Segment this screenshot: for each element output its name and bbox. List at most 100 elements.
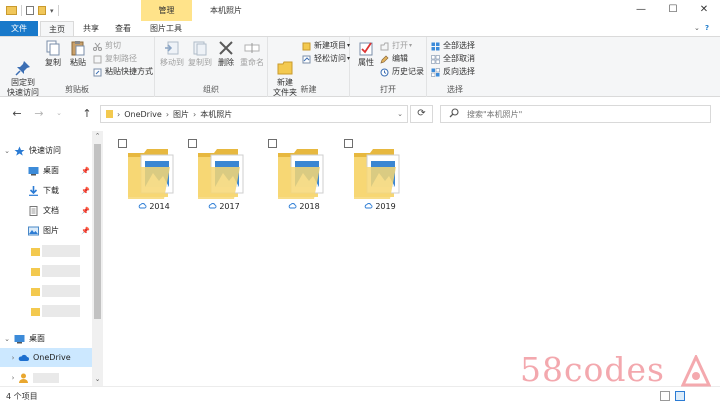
breadcrumb-local-photos[interactable]: 本机照片 (200, 109, 232, 120)
copy-icon (45, 40, 61, 56)
help-icon[interactable]: ? (705, 21, 709, 36)
address-bar[interactable]: › OneDrive › 图片 › 本机照片 ⌄ (100, 105, 408, 123)
details-view-icon[interactable] (660, 391, 670, 401)
maximize-button[interactable]: ☐ (658, 0, 688, 21)
folder-item[interactable]: 2019 (344, 139, 410, 219)
copy-path-button[interactable]: 复制路径 (93, 53, 137, 65)
scrollbar-thumb[interactable] (94, 144, 101, 319)
nav-documents-pinned[interactable]: 文档 📌 (0, 201, 92, 220)
select-none-icon (431, 54, 440, 64)
chevron-down-icon[interactable]: ⌄ (92, 375, 103, 383)
open-group-label: 打开 (380, 85, 396, 94)
chevron-right-icon[interactable]: › (8, 354, 18, 362)
obscured-nav-item[interactable] (42, 265, 80, 277)
back-button[interactable]: ← (10, 107, 24, 120)
large-icons-view-icon[interactable] (675, 391, 685, 401)
open-label: 打开 (392, 41, 408, 50)
invert-selection-icon (431, 67, 440, 77)
up-button[interactable]: ↑ (80, 107, 94, 120)
properties-icon[interactable] (26, 6, 34, 15)
clipboard-group-label: 剪贴板 (65, 85, 89, 94)
properties-button[interactable]: 属性 (353, 40, 379, 68)
user-icon (18, 373, 29, 383)
search-icon (449, 108, 459, 120)
history-button[interactable]: 历史记录 (380, 66, 424, 78)
file-list[interactable]: 2014 2017 2018 2019 (103, 131, 720, 386)
new-folder-icon[interactable] (38, 6, 46, 15)
obscured-nav-item[interactable] (42, 305, 80, 317)
rename-button[interactable]: 重命名 (239, 40, 265, 68)
search-box[interactable] (440, 105, 711, 123)
invert-selection-button[interactable]: 反向选择 (431, 66, 475, 78)
nav-desktop[interactable]: ⌄ 桌面 (0, 329, 92, 348)
chevron-down-icon[interactable]: ⌄ (0, 147, 14, 155)
delete-button[interactable]: 删除 (215, 40, 237, 68)
open-button[interactable]: 打开 ▾ (380, 40, 412, 52)
watermark-logo-icon (681, 355, 711, 387)
paste-shortcut-button[interactable]: 粘贴快捷方式 (93, 66, 153, 78)
select-all-icon (431, 42, 440, 51)
chevron-down-icon[interactable]: ⌄ (397, 110, 403, 118)
nav-pictures-label: 图片 (43, 226, 59, 235)
recent-locations-button[interactable]: ⌄ (52, 109, 66, 117)
pin-icon[interactable]: 📌 (81, 227, 90, 235)
chevron-right-icon[interactable]: › (166, 110, 169, 119)
folder-item[interactable]: 2017 (188, 139, 254, 219)
search-input[interactable] (467, 109, 707, 119)
tab-home[interactable]: 主页 (40, 21, 74, 36)
chevron-down-icon: ▾ (409, 42, 413, 49)
select-none-button[interactable]: 全部取消 (431, 53, 475, 65)
move-to-button[interactable]: 移动到 (158, 40, 186, 68)
photo-folder-icon (198, 149, 244, 199)
cloud-icon (18, 353, 29, 363)
watermark-text: 58codes (520, 350, 665, 389)
close-button[interactable]: ✕ (689, 0, 719, 21)
obscured-nav-item[interactable] (42, 245, 80, 257)
refresh-button[interactable]: ⟳ (410, 105, 433, 123)
pin-icon[interactable]: 📌 (81, 207, 90, 215)
folder-item[interactable]: 2014 (118, 139, 184, 219)
copy-button[interactable]: 复制 (42, 40, 64, 68)
easy-access-button[interactable]: 轻松访问 ▾ (302, 53, 350, 65)
edit-button[interactable]: 编辑 (380, 53, 408, 65)
chevron-down-icon[interactable]: ⌄ (0, 335, 14, 343)
copy-to-button[interactable]: 复制到 (186, 40, 214, 68)
scissors-icon (93, 42, 102, 51)
chevron-right-icon[interactable]: › (193, 110, 196, 119)
breadcrumb-pictures[interactable]: 图片 (173, 109, 189, 120)
breadcrumb-onedrive[interactable]: OneDrive (124, 110, 162, 119)
tab-file[interactable]: 文件 (0, 21, 38, 36)
new-group: 新建 文件夹 新建项目 ▾ 轻松访问 ▾ 新建 (268, 37, 350, 97)
nav-scrollbar[interactable]: ⌃ ⌄ (92, 131, 103, 386)
new-item-button[interactable]: 新建项目 ▾ (302, 40, 350, 52)
chevron-right-icon[interactable]: › (8, 374, 18, 382)
tab-share[interactable]: 共享 (76, 21, 106, 36)
tab-picture-tools[interactable]: 图片工具 (142, 21, 190, 36)
tab-view[interactable]: 查看 (108, 21, 138, 36)
select-all-button[interactable]: 全部选择 (431, 40, 475, 52)
nav-user[interactable]: › (0, 368, 92, 387)
paste-shortcut-icon (93, 68, 102, 77)
forward-button[interactable]: → (32, 107, 46, 120)
nav-downloads-pinned[interactable]: 下载 📌 (0, 181, 92, 200)
delete-label: 删除 (218, 58, 234, 67)
nav-quick-access[interactable]: ⌄ 快速访问 (0, 141, 92, 160)
nav-onedrive[interactable]: › OneDrive (0, 348, 92, 367)
manage-context-tab[interactable]: 管理 (141, 0, 192, 21)
obscured-nav-item[interactable] (42, 285, 80, 297)
obscured-user-name (33, 372, 59, 383)
paste-button[interactable]: 粘贴 (67, 40, 89, 68)
pin-icon[interactable]: 📌 (81, 167, 90, 175)
pin-icon[interactable]: 📌 (81, 187, 90, 195)
minimize-button[interactable]: — (626, 0, 656, 21)
cut-button[interactable]: 剪切 (93, 40, 121, 52)
collapse-ribbon-icon[interactable]: ⌄ (694, 21, 700, 36)
folder-item[interactable]: 2018 (268, 139, 334, 219)
nav-desktop-pinned[interactable]: 桌面 📌 (0, 161, 92, 180)
chevron-down-icon[interactable]: ▾ (50, 7, 54, 15)
rename-label: 重命名 (240, 58, 264, 67)
nav-pictures-pinned[interactable]: 图片 📌 (0, 221, 92, 240)
ribbon: 固定到 快速访问 复制 粘贴 剪切 复制路径 粘贴快捷方式 剪贴板 移动到 复制… (0, 36, 720, 97)
easy-access-label: 轻松访问 (314, 54, 346, 63)
chevron-up-icon[interactable]: ⌃ (92, 132, 103, 140)
